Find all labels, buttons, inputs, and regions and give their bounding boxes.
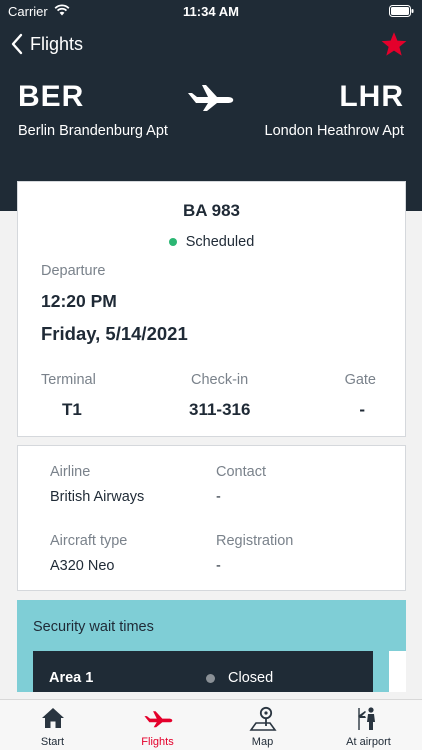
star-icon[interactable] [380, 31, 408, 58]
security-wait-times-panel: Security wait times Area 1 Closed [17, 600, 406, 692]
header: Carrier 11:34 AM Flights BER LHR Berlin … [0, 0, 422, 211]
contact-label: Contact [216, 464, 266, 480]
flight-number: BA 983 [182, 201, 240, 220]
flight-card: BA 983 Scheduled Departure 12:20 PM Frid… [17, 181, 406, 437]
back-button[interactable]: Flights [10, 32, 83, 56]
tab-at-airport-label: At airport [346, 736, 391, 748]
home-icon [41, 708, 64, 728]
destination-code: LHR [339, 80, 404, 113]
plane-icon [188, 85, 234, 111]
registration-label: Registration [216, 533, 294, 549]
checkin-value: 311-316 [189, 400, 251, 419]
back-label: Flights [30, 33, 84, 54]
airline-label: Airline [50, 464, 91, 480]
origin-name: Berlin Brandenburg Apt [18, 123, 168, 139]
plane-icon [143, 711, 172, 728]
gate-label: Gate [344, 372, 376, 388]
flight-details-card: Airline British Airways Contact - Aircra… [17, 445, 406, 591]
gate-value: - [359, 400, 365, 419]
destination-name: London Heathrow Apt [264, 123, 404, 139]
status-dot [168, 238, 177, 246]
map-pin-icon [248, 706, 277, 731]
origin-code: BER [18, 80, 85, 113]
terminal-value: T1 [62, 400, 82, 419]
area-status-dot [206, 674, 215, 683]
tab-start[interactable]: Start [0, 700, 105, 750]
registration-value: - [216, 558, 221, 574]
departure-time: 12:20 PM [41, 291, 117, 311]
area-name: Area 1 [49, 670, 94, 686]
battery-icon [389, 5, 414, 17]
aircraft-type-value: A320 Neo [50, 558, 115, 574]
clock: 11:34 AM [183, 4, 239, 19]
tab-bar: Start Flights Map At airport [0, 699, 422, 750]
airline-value: British Airways [50, 489, 145, 505]
tab-flights[interactable]: Flights [105, 700, 210, 750]
traveler-icon [357, 707, 375, 730]
tab-flights-label: Flights [141, 736, 174, 748]
status-bar: Carrier 11:34 AM [0, 0, 422, 22]
departure-date: Friday, 5/14/2021 [41, 323, 188, 344]
area-status: Closed [228, 670, 274, 686]
status-label: Scheduled [185, 234, 255, 250]
chevron-left-icon [11, 33, 23, 55]
next-area-card-peek[interactable] [389, 651, 406, 692]
departure-label: Departure [41, 263, 106, 279]
flight-status: Scheduled [18, 234, 405, 250]
contact-value: - [216, 489, 221, 505]
tab-start-label: Start [40, 736, 65, 748]
security-title: Security wait times [33, 619, 154, 635]
terminal-label: Terminal [41, 372, 96, 388]
security-area-card[interactable]: Area 1 Closed [33, 651, 373, 692]
tab-map[interactable]: Map [210, 700, 315, 750]
checkin-label: Check-in [191, 372, 249, 388]
tab-at-airport[interactable]: At airport [316, 700, 421, 750]
tab-map-label: Map [251, 736, 274, 748]
aircraft-type-label: Aircraft type [50, 533, 128, 549]
